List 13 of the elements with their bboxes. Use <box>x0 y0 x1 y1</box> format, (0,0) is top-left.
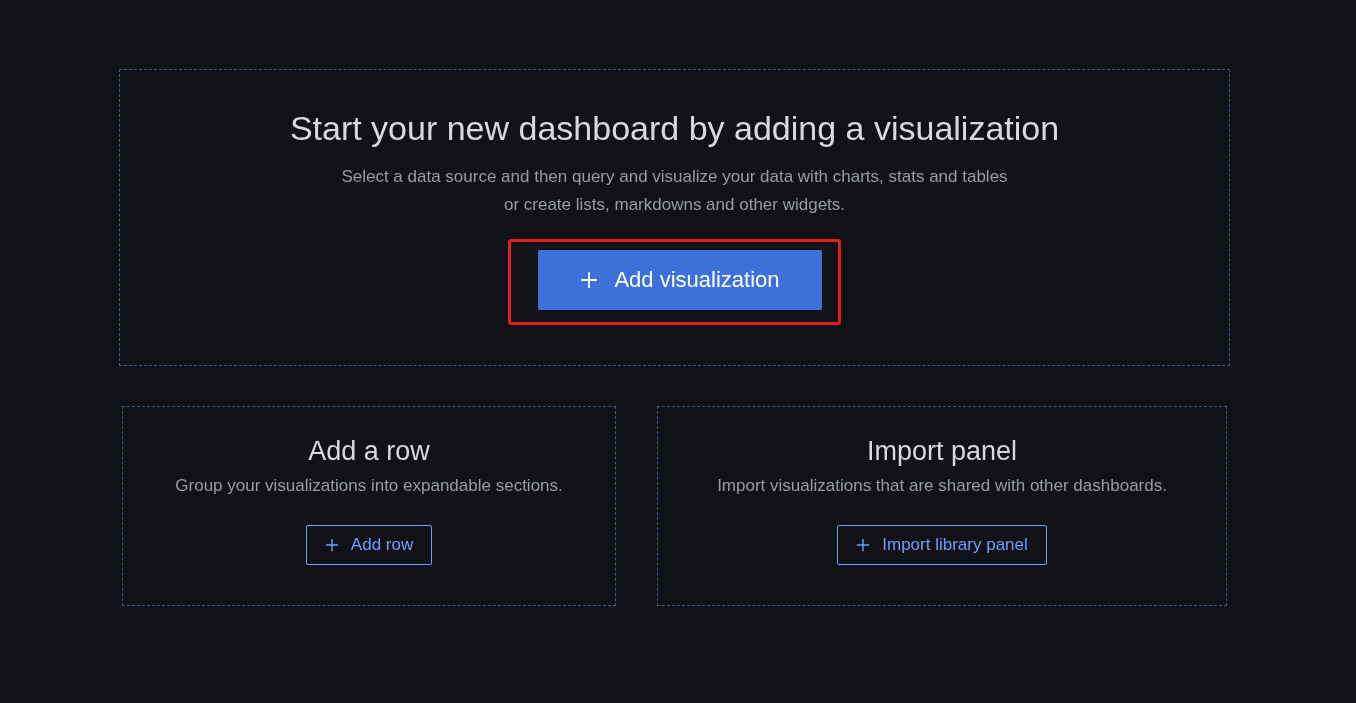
card-description: Group your visualizations into expandable sections. <box>174 475 564 498</box>
card-title: Import panel <box>866 435 1019 468</box>
plus-icon <box>580 270 599 289</box>
add-visualization-button[interactable]: Add visualization <box>538 249 822 310</box>
card-description: Import visualizations that are shared with other dashboards. <box>716 475 1168 498</box>
plus-icon <box>856 537 871 552</box>
panel-description: Select a data source and then query and visualize your data with charts, stats and tables <box>340 165 1009 188</box>
card-action-button[interactable]: Import library panel <box>837 524 1047 565</box>
plus-icon <box>324 537 339 552</box>
card-title: Add a row <box>307 435 431 468</box>
card-action-button[interactable]: Add row <box>305 524 433 565</box>
panel-title: Start your new dashboard by adding a visualization <box>288 108 1061 149</box>
panel-description: or create lists, markdowns and other widgets. <box>502 193 847 216</box>
